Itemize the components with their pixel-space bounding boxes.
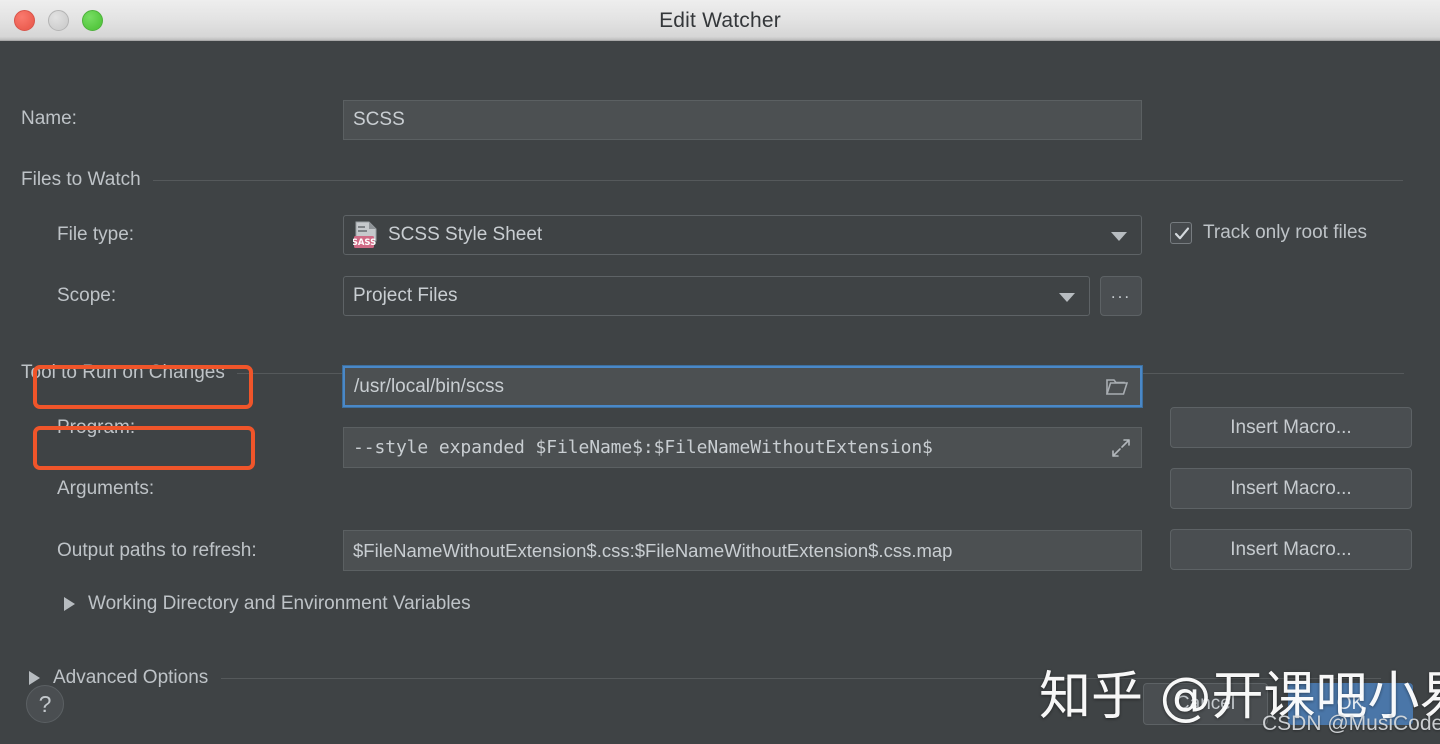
advanced-options-label: Advanced Options	[53, 667, 209, 688]
file-type-combobox[interactable]: SASS SCSS Style Sheet	[343, 215, 1142, 255]
working-directory-label: Working Directory and Environment Variab…	[88, 593, 471, 614]
track-only-root-files-label: Track only root files	[1203, 222, 1368, 243]
window-controls	[14, 10, 103, 31]
zoom-button[interactable]	[82, 10, 103, 31]
working-directory-disclosure[interactable]: Working Directory and Environment Variab…	[64, 593, 471, 615]
chevron-down-icon[interactable]	[1111, 232, 1127, 241]
output-paths-label: Output paths to refresh:	[57, 540, 257, 561]
name-label: Name:	[21, 108, 77, 129]
files-to-watch-title: Files to Watch	[21, 169, 141, 190]
program-value: /usr/local/bin/scss	[354, 375, 504, 397]
program-label: Program:	[57, 417, 136, 438]
track-only-root-files-checkbox-row[interactable]: Track only root files	[1170, 222, 1367, 244]
scope-combobox[interactable]: Project Files	[343, 276, 1090, 316]
help-button[interactable]: ?	[26, 685, 64, 723]
window-title: Edit Watcher	[659, 9, 781, 32]
file-type-label: File type:	[57, 224, 135, 245]
tool-to-run-title: Tool to Run on Changes	[21, 362, 225, 383]
chevron-down-icon[interactable]	[1059, 293, 1075, 302]
files-to-watch-section-header: Files to Watch	[21, 169, 1403, 191]
track-only-root-files-checkbox[interactable]	[1170, 222, 1192, 244]
edit-watcher-dialog: Edit Watcher Name: SCSS Files to Watch F…	[0, 0, 1440, 744]
window-titlebar: Edit Watcher	[0, 0, 1440, 41]
dialog-body: Name: SCSS Files to Watch File type: SAS…	[0, 41, 1440, 744]
arguments-value: --style expanded $FileName$:$FileNameWit…	[353, 437, 933, 458]
expand-editor-icon[interactable]	[1111, 438, 1131, 463]
arguments-input[interactable]: --style expanded $FileName$:$FileNameWit…	[343, 427, 1142, 468]
sass-file-icon: SASS	[352, 221, 379, 249]
name-input[interactable]: SCSS	[343, 100, 1142, 140]
minimize-button[interactable]	[48, 10, 69, 31]
insert-macro-button-program[interactable]: Insert Macro...	[1170, 407, 1412, 448]
csdn-watermark: CSDN @MusiCoder32	[1262, 712, 1440, 735]
section-divider-line	[152, 179, 1403, 181]
browse-folder-icon[interactable]	[1105, 377, 1129, 403]
scope-label: Scope:	[57, 285, 117, 306]
arguments-label: Arguments:	[57, 478, 155, 499]
scope-value: Project Files	[353, 285, 458, 306]
chevron-right-icon[interactable]	[29, 671, 40, 685]
svg-text:SASS: SASS	[353, 238, 376, 248]
output-paths-input[interactable]: $FileNameWithoutExtension$.css:$FileName…	[343, 530, 1142, 571]
file-type-value: SCSS Style Sheet	[388, 224, 543, 245]
program-input[interactable]: /usr/local/bin/scss	[342, 365, 1143, 408]
close-button[interactable]	[14, 10, 35, 31]
scope-browse-button[interactable]: ...	[1100, 276, 1142, 316]
insert-macro-button-output-paths[interactable]: Insert Macro...	[1170, 529, 1412, 570]
insert-macro-button-arguments[interactable]: Insert Macro...	[1170, 468, 1412, 509]
chevron-right-icon[interactable]	[64, 597, 75, 611]
checkmark-icon	[1174, 227, 1190, 240]
